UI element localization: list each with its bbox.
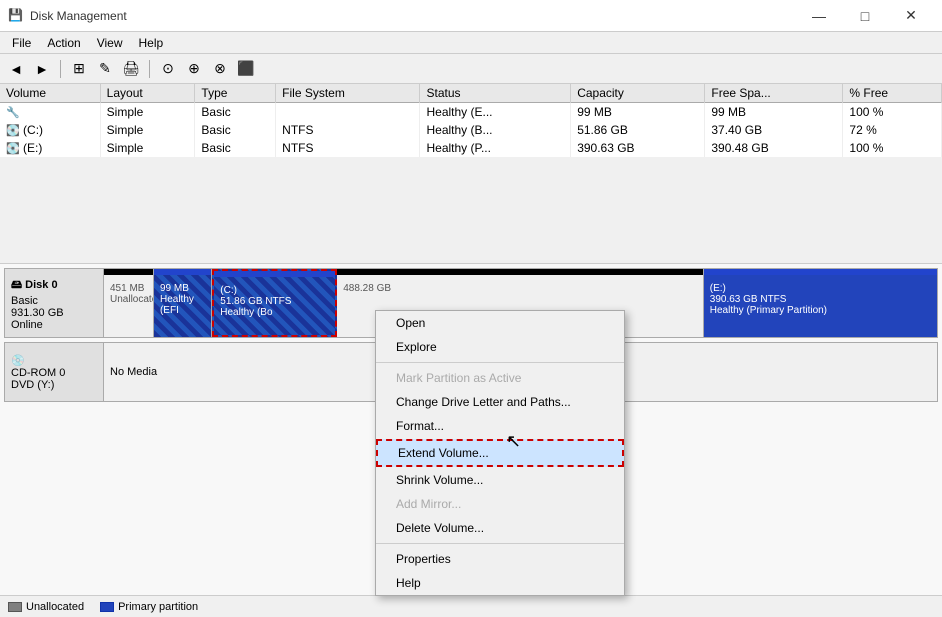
ctx-format[interactable]: Format... (376, 414, 624, 438)
maximize-button[interactable]: □ (842, 0, 888, 32)
cell-fs (276, 103, 420, 122)
cell-type: Basic (195, 103, 276, 122)
disk0-status: Online (11, 319, 97, 331)
toolbar-btn5[interactable]: ⊕ (182, 58, 206, 80)
minimize-button[interactable]: — (796, 0, 842, 32)
legend-unalloc-box (8, 602, 22, 612)
disk0-type: Basic (11, 295, 97, 307)
legend-unalloc-label: Unallocated (26, 601, 84, 613)
ctx-mark-active: Mark Partition as Active (376, 366, 624, 390)
toolbar-back[interactable]: ◄ (4, 58, 28, 80)
cell-pct: 100 % (843, 103, 942, 122)
cell-fs: NTFS (276, 139, 420, 157)
legend-primary: Primary partition (100, 601, 198, 613)
disk0-part-unallocated[interactable]: 451 MB Unallocated (104, 269, 154, 337)
cdrom0-label: 💿 CD-ROM 0 DVD (Y:) (4, 342, 104, 402)
cell-volume: 💽 (C:) (0, 121, 100, 139)
cdrom0-type: DVD (Y:) (11, 379, 97, 391)
table-row[interactable]: 💽 (C:)SimpleBasicNTFSHealthy (B...51.86 … (0, 121, 942, 139)
ctx-open[interactable]: Open (376, 311, 624, 335)
col-pct[interactable]: % Free (843, 84, 942, 103)
ctx-properties[interactable]: Properties (376, 547, 624, 571)
cell-type: Basic (195, 121, 276, 139)
disk0-part-efi[interactable]: 99 MB Healthy (EFI (154, 269, 212, 337)
cell-type: Basic (195, 139, 276, 157)
cell-free: 390.48 GB (705, 139, 843, 157)
volume-table: Volume Layout Type File System Status Ca… (0, 84, 942, 157)
cell-pct: 72 % (843, 121, 942, 139)
disk0-name: 🖴 Disk 0 (11, 276, 97, 295)
cdrom0-icon: 💿 (11, 354, 97, 367)
legend-primary-box (100, 602, 114, 612)
cdrom0-name: CD-ROM 0 (11, 367, 97, 379)
cell-volume: 🔧 (0, 103, 100, 122)
ctx-help[interactable]: Help (376, 571, 624, 595)
ctx-extend[interactable]: Extend Volume... (376, 439, 624, 467)
disk0-label: 🖴 Disk 0 Basic 931.30 GB Online (4, 268, 104, 338)
cell-capacity: 51.86 GB (571, 121, 705, 139)
menu-action[interactable]: Action (39, 34, 88, 52)
context-menu: OpenExplore Mark Partition as ActiveChang… (375, 310, 625, 596)
cell-layout: Simple (100, 103, 195, 122)
title-bar: 💾 Disk Management — □ ✕ (0, 0, 942, 32)
legend-unallocated: Unallocated (8, 601, 84, 613)
disk0-size: 931.30 GB (11, 307, 97, 319)
volume-table-section: Volume Layout Type File System Status Ca… (0, 84, 942, 264)
table-row[interactable]: 🔧 SimpleBasicHealthy (E...99 MB99 MB100 … (0, 103, 942, 122)
menu-help[interactable]: Help (131, 34, 172, 52)
toolbar-btn1[interactable]: ⊞ (67, 58, 91, 80)
cell-capacity: 99 MB (571, 103, 705, 122)
col-filesystem[interactable]: File System (276, 84, 420, 103)
cell-status: Healthy (E... (420, 103, 571, 122)
ctx-explore[interactable]: Explore (376, 335, 624, 359)
cell-volume: 💽 (E:) (0, 139, 100, 157)
toolbar: ◄ ► ⊞ ✎ 🖨 ⊙ ⊕ ⊗ ⬛ (0, 54, 942, 84)
col-layout[interactable]: Layout (100, 84, 195, 103)
disk0-part-e[interactable]: (E:) 390.63 GB NTFS Healthy (Primary Par… (704, 269, 937, 337)
window-title: Disk Management (30, 9, 127, 23)
context-menu-separator (376, 362, 624, 363)
col-capacity[interactable]: Capacity (571, 84, 705, 103)
ctx-add-mirror: Add Mirror... (376, 492, 624, 516)
menu-file[interactable]: File (4, 34, 39, 52)
toolbar-btn7[interactable]: ⬛ (234, 58, 258, 80)
status-bar: Unallocated Primary partition (0, 595, 942, 617)
title-bar-left: 💾 Disk Management (8, 8, 127, 24)
toolbar-btn2[interactable]: ✎ (93, 58, 117, 80)
cell-pct: 100 % (843, 139, 942, 157)
toolbar-sep1 (60, 60, 61, 78)
menu-view[interactable]: View (89, 34, 131, 52)
app-icon: 💾 (8, 8, 24, 24)
toolbar-sep2 (149, 60, 150, 78)
cell-status: Healthy (P... (420, 139, 571, 157)
legend-primary-label: Primary partition (118, 601, 198, 613)
cell-free: 37.40 GB (705, 121, 843, 139)
context-menu-separator (376, 543, 624, 544)
title-bar-controls: — □ ✕ (796, 0, 934, 32)
toolbar-forward[interactable]: ► (30, 58, 54, 80)
disk0-part-c[interactable]: (C:) 51.86 GB NTFS Healthy (Bo (212, 269, 337, 337)
ctx-change-letter[interactable]: Change Drive Letter and Paths... (376, 390, 624, 414)
cell-free: 99 MB (705, 103, 843, 122)
toolbar-btn6[interactable]: ⊗ (208, 58, 232, 80)
cell-status: Healthy (B... (420, 121, 571, 139)
close-button[interactable]: ✕ (888, 0, 934, 32)
menu-bar: File Action View Help (0, 32, 942, 54)
toolbar-btn3[interactable]: 🖨 (119, 58, 143, 80)
ctx-shrink[interactable]: Shrink Volume... (376, 468, 624, 492)
col-free[interactable]: Free Spa... (705, 84, 843, 103)
cell-layout: Simple (100, 121, 195, 139)
ctx-delete[interactable]: Delete Volume... (376, 516, 624, 540)
cell-capacity: 390.63 GB (571, 139, 705, 157)
col-volume[interactable]: Volume (0, 84, 100, 103)
cell-layout: Simple (100, 139, 195, 157)
cell-fs: NTFS (276, 121, 420, 139)
table-row[interactable]: 💽 (E:)SimpleBasicNTFSHealthy (P...390.63… (0, 139, 942, 157)
col-status[interactable]: Status (420, 84, 571, 103)
col-type[interactable]: Type (195, 84, 276, 103)
toolbar-btn4[interactable]: ⊙ (156, 58, 180, 80)
